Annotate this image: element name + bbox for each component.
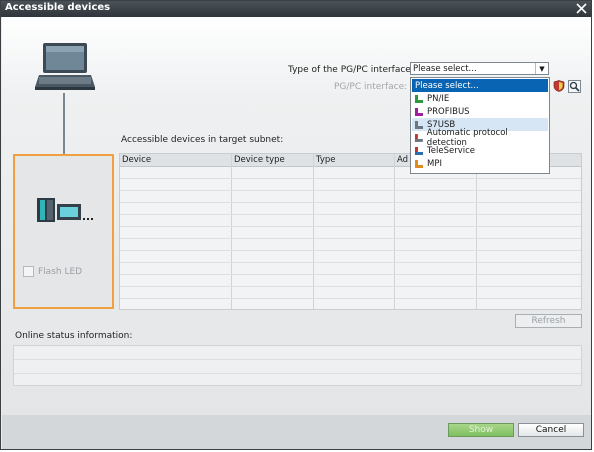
pgpc-interface-label: PG/PC interface: [334,82,408,92]
divider [14,373,581,374]
mpi-icon [415,159,423,168]
pgpc-type-select-value: Please select... [413,64,477,74]
option-pnie[interactable]: PN/IE [412,92,548,105]
option-teleservice[interactable]: TeleService [412,144,548,157]
table-row[interactable] [120,191,581,203]
target-device-panel: Flash LED [13,154,114,309]
table-row[interactable] [120,215,581,227]
accessible-devices-table[interactable]: Device Device type Type Ad [119,153,582,310]
online-status-area [13,345,582,386]
teleservice-icon [415,146,423,155]
table-row[interactable] [120,263,581,275]
search-button[interactable] [568,80,581,93]
table-row[interactable] [120,275,581,287]
table-row[interactable] [120,203,581,215]
profibus-icon [415,107,423,116]
magnifier-icon [569,81,580,92]
online-status-label: Online status information: [15,331,133,341]
refresh-button-label: Refresh [531,316,566,326]
checkbox-box[interactable] [23,266,34,277]
pgpc-type-dropdown-list[interactable]: Please select... PN/IE PROFIBUS S7USB Au… [410,77,550,174]
s7usb-icon [415,120,423,129]
option-mpi[interactable]: MPI [412,157,548,170]
table-row[interactable] [120,287,581,299]
shield-icon[interactable] [553,80,565,92]
auto-detect-icon [414,133,423,142]
table-row[interactable] [120,179,581,191]
table-row[interactable] [120,251,581,263]
accessible-devices-dialog: Accessible devices Flash LED Type of the… [0,0,592,450]
show-button-label: Show [468,425,494,435]
cancel-button-label: Cancel [535,425,567,435]
pgpc-type-label: Type of the PG/PC interface: [288,65,414,75]
column-header-type[interactable]: Type [316,155,336,165]
column-header-device-type[interactable]: Device type [234,155,285,165]
flash-led-label: Flash LED [38,266,83,277]
option-auto-detect[interactable]: Automatic protocol detection [412,128,548,148]
table-row[interactable] [120,239,581,251]
option-please-select[interactable]: Please select... [412,79,548,92]
refresh-button[interactable]: Refresh [515,314,582,328]
column-header-device[interactable]: Device [122,155,151,165]
window-title: Accessible devices [5,2,111,13]
divider [14,359,581,360]
pg-pc-computer-icon [35,43,95,90]
title-bar[interactable]: Accessible devices [1,1,591,17]
subnet-label: Accessible devices in target subnet: [121,135,284,145]
cancel-button[interactable]: Cancel [518,423,584,437]
plc-device-icon [37,198,93,222]
option-profibus[interactable]: PROFIBUS [412,105,548,118]
table-row[interactable] [120,299,581,309]
column-header-address[interactable]: Ad [397,155,408,165]
flash-led-checkbox[interactable]: Flash LED [23,266,82,277]
pnie-icon [415,94,423,103]
pgpc-type-select[interactable]: Please select... ▼ [410,62,549,75]
chevron-down-icon[interactable]: ▼ [535,63,548,74]
table-row[interactable] [120,227,581,239]
show-button[interactable]: Show [448,423,514,437]
close-icon[interactable] [575,1,589,16]
